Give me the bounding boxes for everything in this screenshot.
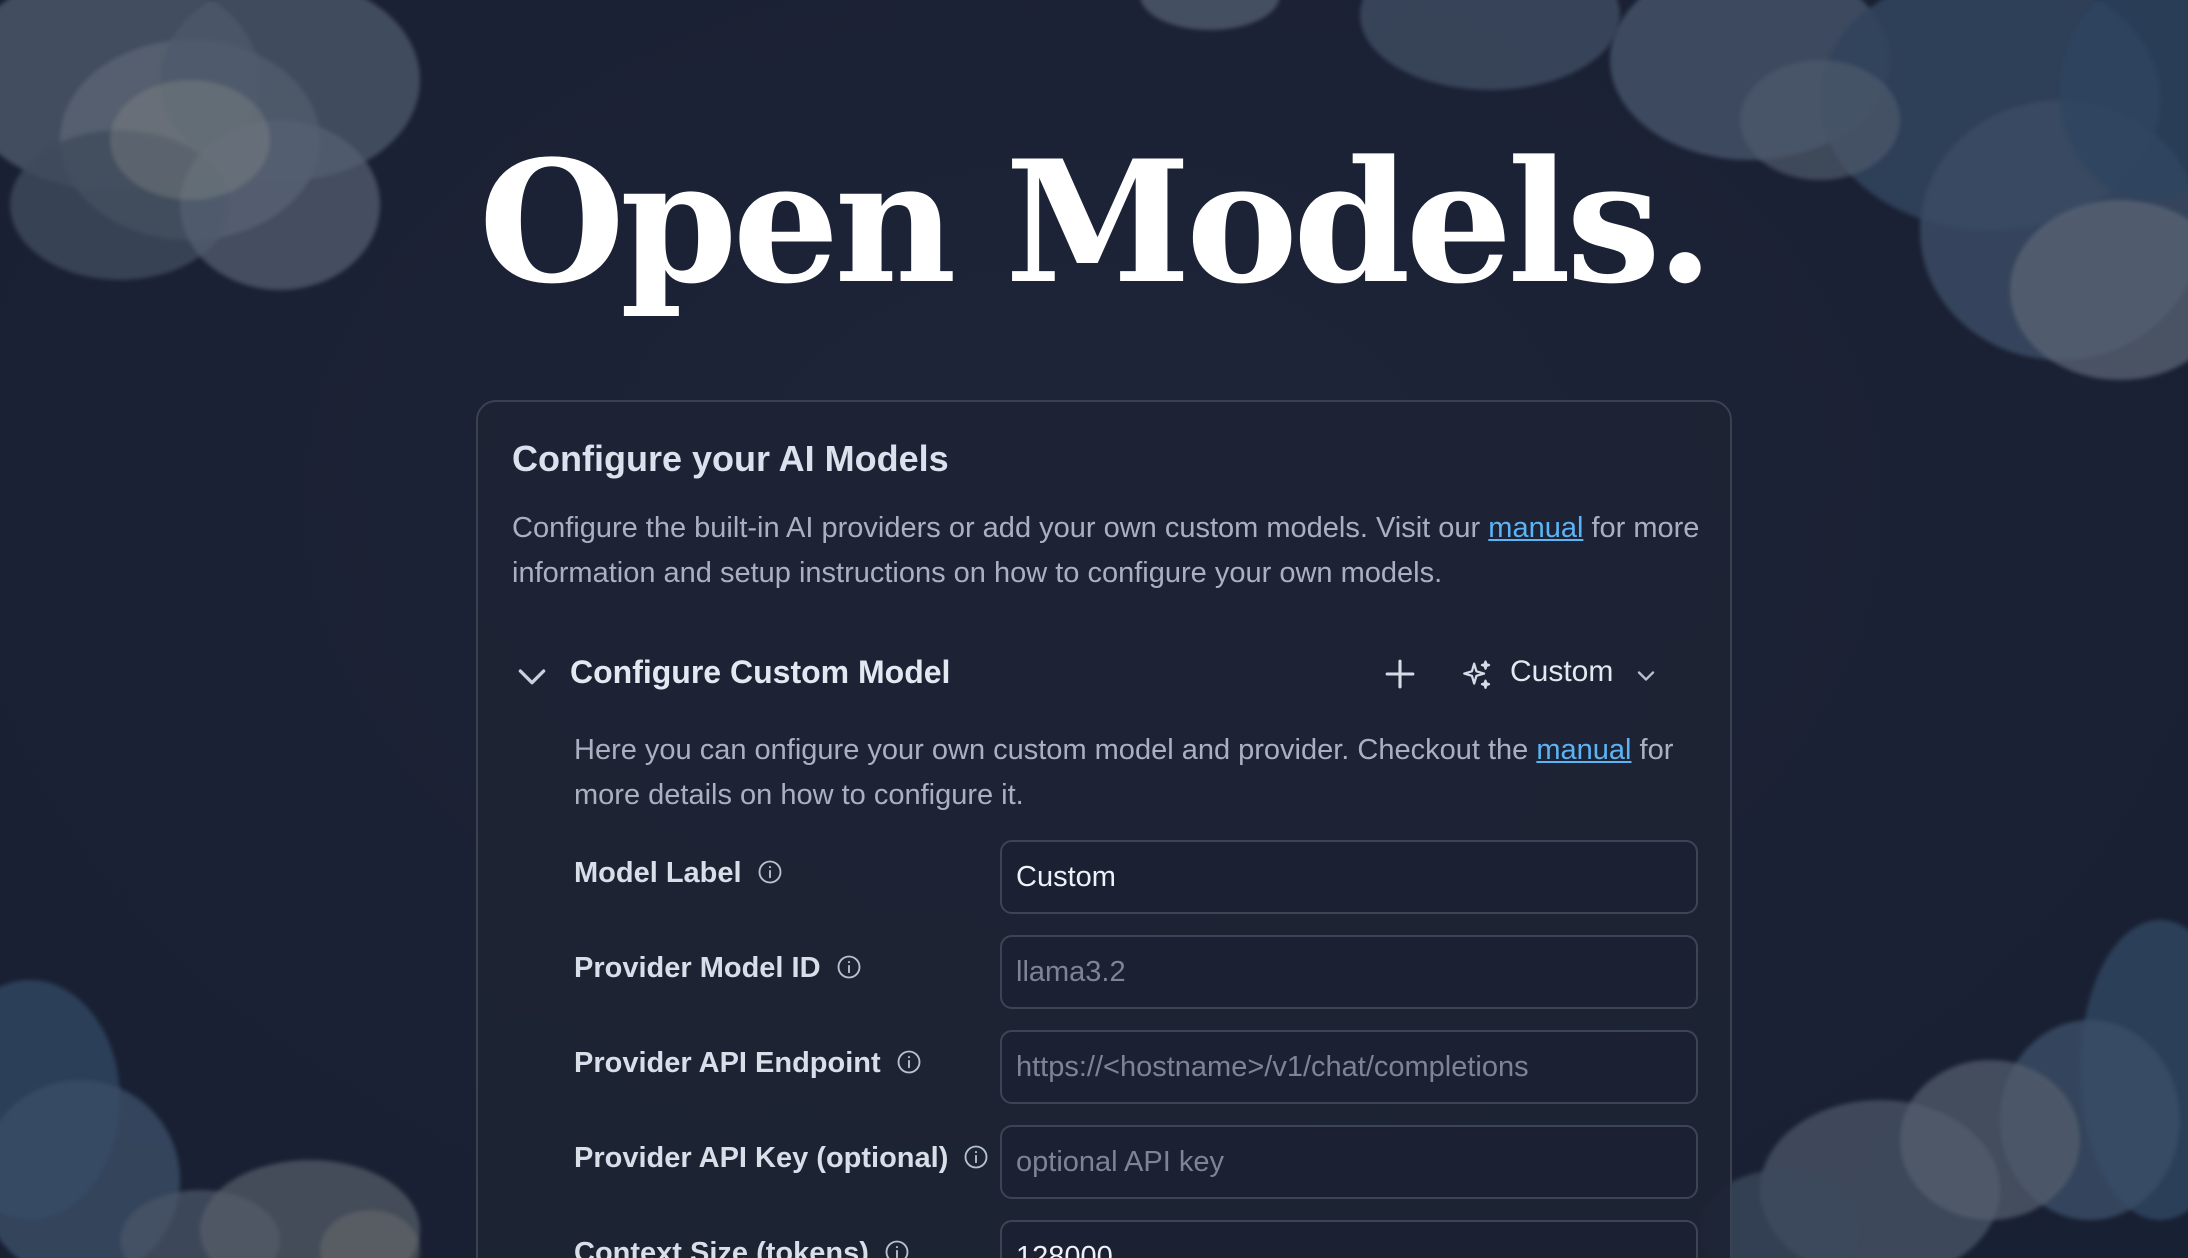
- field-label: Model Label: [574, 857, 784, 890]
- field-label: Provider Model ID: [574, 952, 863, 985]
- models-config-card: Configure your AI Models Configure the b…: [476, 400, 1732, 1258]
- field-label: Provider API Endpoint: [574, 1047, 923, 1080]
- field-label-text: Context Size (tokens): [574, 1237, 869, 1258]
- provider-model-id-input[interactable]: [1000, 935, 1698, 1009]
- section-manual-link[interactable]: manual: [1536, 734, 1631, 766]
- chevron-down-icon: [518, 669, 546, 685]
- field-label-text: Provider API Endpoint: [574, 1047, 881, 1079]
- card-description: Configure the built-in AI providers or a…: [512, 506, 1702, 596]
- context-size-input[interactable]: [1000, 1220, 1698, 1258]
- section-description: Here you can onfigure your own custom mo…: [574, 728, 1704, 818]
- custom-model-section-header: Configure Custom Model Custom: [512, 650, 1698, 700]
- field-label-text: Provider API Key (optional): [574, 1142, 949, 1174]
- card-title: Configure your AI Models: [512, 438, 949, 479]
- form-row-provider-api-key: Provider API Key (optional): [574, 1125, 1704, 1199]
- sparkles-icon: [1463, 660, 1491, 689]
- cloud-bottom-right: [1700, 920, 2188, 1258]
- selected-model-label: Custom: [1510, 655, 1614, 688]
- add-model-button[interactable]: [1378, 652, 1422, 696]
- form-row-context-size: Context Size (tokens): [574, 1220, 1704, 1258]
- field-label: Context Size (tokens): [574, 1237, 911, 1258]
- chevron-down-icon: [1637, 671, 1655, 681]
- cloud-bottom-left: [0, 960, 460, 1258]
- manual-link[interactable]: manual: [1488, 512, 1583, 544]
- form-row-model-label: Model Label: [574, 840, 1704, 914]
- section-title: Configure Custom Model: [570, 654, 951, 690]
- page: Open Models. Configure your AI Models Co…: [0, 0, 2188, 1258]
- info-icon[interactable]: [895, 1048, 923, 1076]
- card-description-text: Configure the built-in AI providers or a…: [512, 512, 1489, 544]
- collapse-toggle-button[interactable]: [512, 656, 552, 696]
- form-row-provider-model-id: Provider Model ID: [574, 935, 1704, 1009]
- form-row-provider-api-endpoint: Provider API Endpoint: [574, 1030, 1704, 1104]
- hero-title: Open Models.: [478, 123, 1715, 321]
- plus-icon: [1385, 659, 1415, 689]
- field-label-text: Provider Model ID: [574, 952, 821, 984]
- provider-api-endpoint-input[interactable]: [1000, 1030, 1698, 1104]
- info-icon[interactable]: [756, 858, 784, 886]
- model-select-dropdown[interactable]: Custom: [1460, 650, 1670, 698]
- section-description-text: Here you can onfigure your own custom mo…: [574, 734, 1537, 766]
- info-icon[interactable]: [962, 1143, 990, 1171]
- field-label: Provider API Key (optional): [574, 1142, 990, 1175]
- field-label-text: Model Label: [574, 857, 742, 889]
- info-icon[interactable]: [883, 1238, 911, 1258]
- cloud-top-center: [1130, 0, 1310, 40]
- info-icon[interactable]: [835, 953, 863, 981]
- provider-api-key-input[interactable]: [1000, 1125, 1698, 1199]
- model-label-input[interactable]: [1000, 840, 1698, 914]
